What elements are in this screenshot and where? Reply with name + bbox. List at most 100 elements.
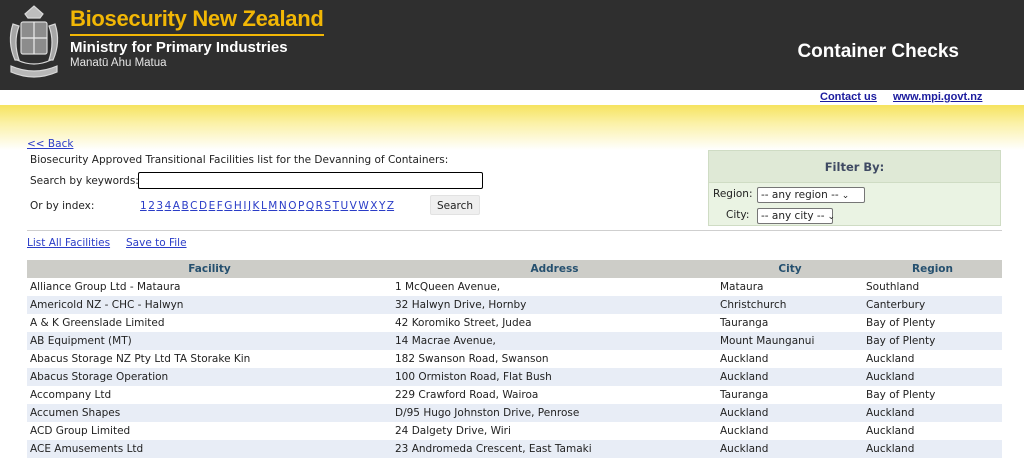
table-row[interactable]: Americold NZ - CHC - Halwyn 32 Halwyn Dri…: [27, 296, 1002, 314]
address-cell: 42 Koromiko Street, Judea: [392, 314, 717, 332]
facility-cell: ACE Amusements Ltd: [27, 440, 392, 458]
filter-panel: Filter By: Region: -- any region -- ⌄ Cit…: [708, 150, 1001, 226]
region-cell: Southland: [863, 278, 1002, 296]
region-label: Region:: [713, 188, 753, 200]
address-cell: D/95 Hugo Johnston Drive, Penrose: [392, 404, 717, 422]
nz-coat-of-arms-logo: [9, 5, 59, 78]
index-link[interactable]: N: [279, 200, 287, 212]
chevron-down-icon: ⌄: [827, 212, 836, 222]
maori-name: Manatū Ahu Matua: [70, 57, 167, 69]
index-link[interactable]: P: [298, 200, 304, 212]
region-cell: Bay of Plenty: [863, 332, 1002, 350]
index-link[interactable]: G: [224, 200, 232, 212]
city-cell: Auckland: [717, 368, 863, 386]
index-link[interactable]: B: [181, 200, 188, 212]
region-cell: Auckland: [863, 368, 1002, 386]
back-link[interactable]: << Back: [27, 138, 73, 150]
address-cell: 182 Swanson Road, Swanson: [392, 350, 717, 368]
table-row[interactable]: Accumen Shapes D/95 Hugo Johnston Drive, …: [27, 404, 1002, 422]
address-cell: 100 Ormiston Road, Flat Bush: [392, 368, 717, 386]
index-link[interactable]: E: [209, 200, 216, 212]
index-link[interactable]: U: [340, 200, 348, 212]
address-cell: 14 Macrae Avenue,: [392, 332, 717, 350]
column-header-facility[interactable]: Facility: [27, 260, 392, 278]
index-link[interactable]: 1: [140, 200, 147, 212]
index-link[interactable]: 4: [165, 200, 172, 212]
facility-cell: Abacus Storage Operation: [27, 368, 392, 386]
index-link[interactable]: Q: [306, 200, 314, 212]
index-link[interactable]: M: [268, 200, 277, 212]
address-cell: 1 McQueen Avenue,: [392, 278, 717, 296]
city-cell: Mataura: [717, 278, 863, 296]
city-cell: Auckland: [717, 440, 863, 458]
index-link[interactable]: A: [173, 200, 180, 212]
facilities-table: Facility Address City Region Alliance Gr…: [27, 260, 1002, 458]
index-link[interactable]: F: [217, 200, 223, 212]
index-link[interactable]: H: [234, 200, 242, 212]
city-cell: Auckland: [717, 404, 863, 422]
index-link[interactable]: Y: [379, 200, 385, 212]
facility-cell: Accumen Shapes: [27, 404, 392, 422]
index-link[interactable]: T: [333, 200, 339, 212]
keyword-search-input[interactable]: [138, 172, 483, 189]
table-row[interactable]: Abacus Storage Operation 100 Ormiston Roa…: [27, 368, 1002, 386]
table-row[interactable]: Abacus Storage NZ Pty Ltd TA Storake Kin…: [27, 350, 1002, 368]
facility-cell: Americold NZ - CHC - Halwyn: [27, 296, 392, 314]
column-header-region[interactable]: Region: [863, 260, 1002, 278]
index-link[interactable]: I: [243, 200, 246, 212]
index-link[interactable]: L: [261, 200, 267, 212]
column-header-address[interactable]: Address: [392, 260, 717, 278]
region-cell: Auckland: [863, 440, 1002, 458]
index-link[interactable]: Z: [387, 200, 394, 212]
save-to-file-link[interactable]: Save to File: [126, 237, 187, 249]
divider: [27, 230, 1002, 231]
index-link[interactable]: V: [350, 200, 357, 212]
facility-cell: A & K Greenslade Limited: [27, 314, 392, 332]
index-link[interactable]: C: [190, 200, 197, 212]
city-cell: Auckland: [717, 422, 863, 440]
list-all-facilities-link[interactable]: List All Facilities: [27, 237, 110, 249]
index-link[interactable]: 2: [148, 200, 155, 212]
facility-cell: Abacus Storage NZ Pty Ltd TA Storake Kin: [27, 350, 392, 368]
column-header-city[interactable]: City: [717, 260, 863, 278]
city-select[interactable]: -- any city -- ⌄: [757, 208, 836, 224]
index-link[interactable]: K: [253, 200, 260, 212]
address-cell: 23 Andromeda Crescent, East Tamaki: [392, 440, 717, 458]
index-link[interactable]: R: [316, 200, 323, 212]
table-row[interactable]: A & K Greenslade Limited 42 Koromiko Stre…: [27, 314, 1002, 332]
mpi-website-link[interactable]: www.mpi.govt.nz: [893, 91, 982, 103]
region-select[interactable]: -- any region -- ⌄: [757, 187, 865, 203]
header-gradient-band: [0, 105, 1024, 150]
facility-cell: AB Equipment (MT): [27, 332, 392, 350]
index-link[interactable]: W: [358, 200, 368, 212]
table-row[interactable]: ACD Group Limited 24 Dalgety Drive, Wiri A…: [27, 422, 1002, 440]
region-cell: Bay of Plenty: [863, 314, 1002, 332]
page-subtitle: Biosecurity Approved Transitional Facili…: [30, 154, 449, 166]
index-link[interactable]: O: [288, 200, 296, 212]
city-cell: Auckland: [717, 350, 863, 368]
alphabet-index: 1234ABCDEFGHIJKLMNOPQRSTUVWXYZ: [140, 200, 396, 212]
index-link[interactable]: D: [199, 200, 207, 212]
ministry-name: Ministry for Primary Industries: [70, 39, 288, 56]
region-cell: Canterbury: [863, 296, 1002, 314]
chevron-down-icon: ⌄: [841, 191, 850, 201]
table-row[interactable]: AB Equipment (MT) 14 Macrae Avenue, Mount …: [27, 332, 1002, 350]
address-cell: 32 Halwyn Drive, Hornby: [392, 296, 717, 314]
brand-block: Biosecurity New Zealand Ministry for Pri…: [70, 6, 324, 70]
table-row[interactable]: ACE Amusements Ltd 23 Andromeda Crescent,…: [27, 440, 1002, 458]
city-cell: Tauranga: [717, 386, 863, 404]
region-cell: Auckland: [863, 350, 1002, 368]
search-button[interactable]: Search: [430, 195, 480, 215]
brand-title: Biosecurity New Zealand: [70, 6, 324, 36]
top-links-bar: Contact us www.mpi.govt.nz: [0, 90, 1024, 105]
region-cell: Auckland: [863, 404, 1002, 422]
index-link[interactable]: S: [324, 200, 331, 212]
table-row[interactable]: Accompany Ltd 229 Crawford Road, Wairoa Ta…: [27, 386, 1002, 404]
city-cell: Christchurch: [717, 296, 863, 314]
index-link[interactable]: X: [370, 200, 377, 212]
index-link[interactable]: 3: [156, 200, 163, 212]
index-link[interactable]: J: [248, 200, 251, 212]
contact-us-link[interactable]: Contact us: [820, 91, 877, 103]
facility-cell: Accompany Ltd: [27, 386, 392, 404]
table-row[interactable]: Alliance Group Ltd - Mataura 1 McQueen Av…: [27, 278, 1002, 296]
